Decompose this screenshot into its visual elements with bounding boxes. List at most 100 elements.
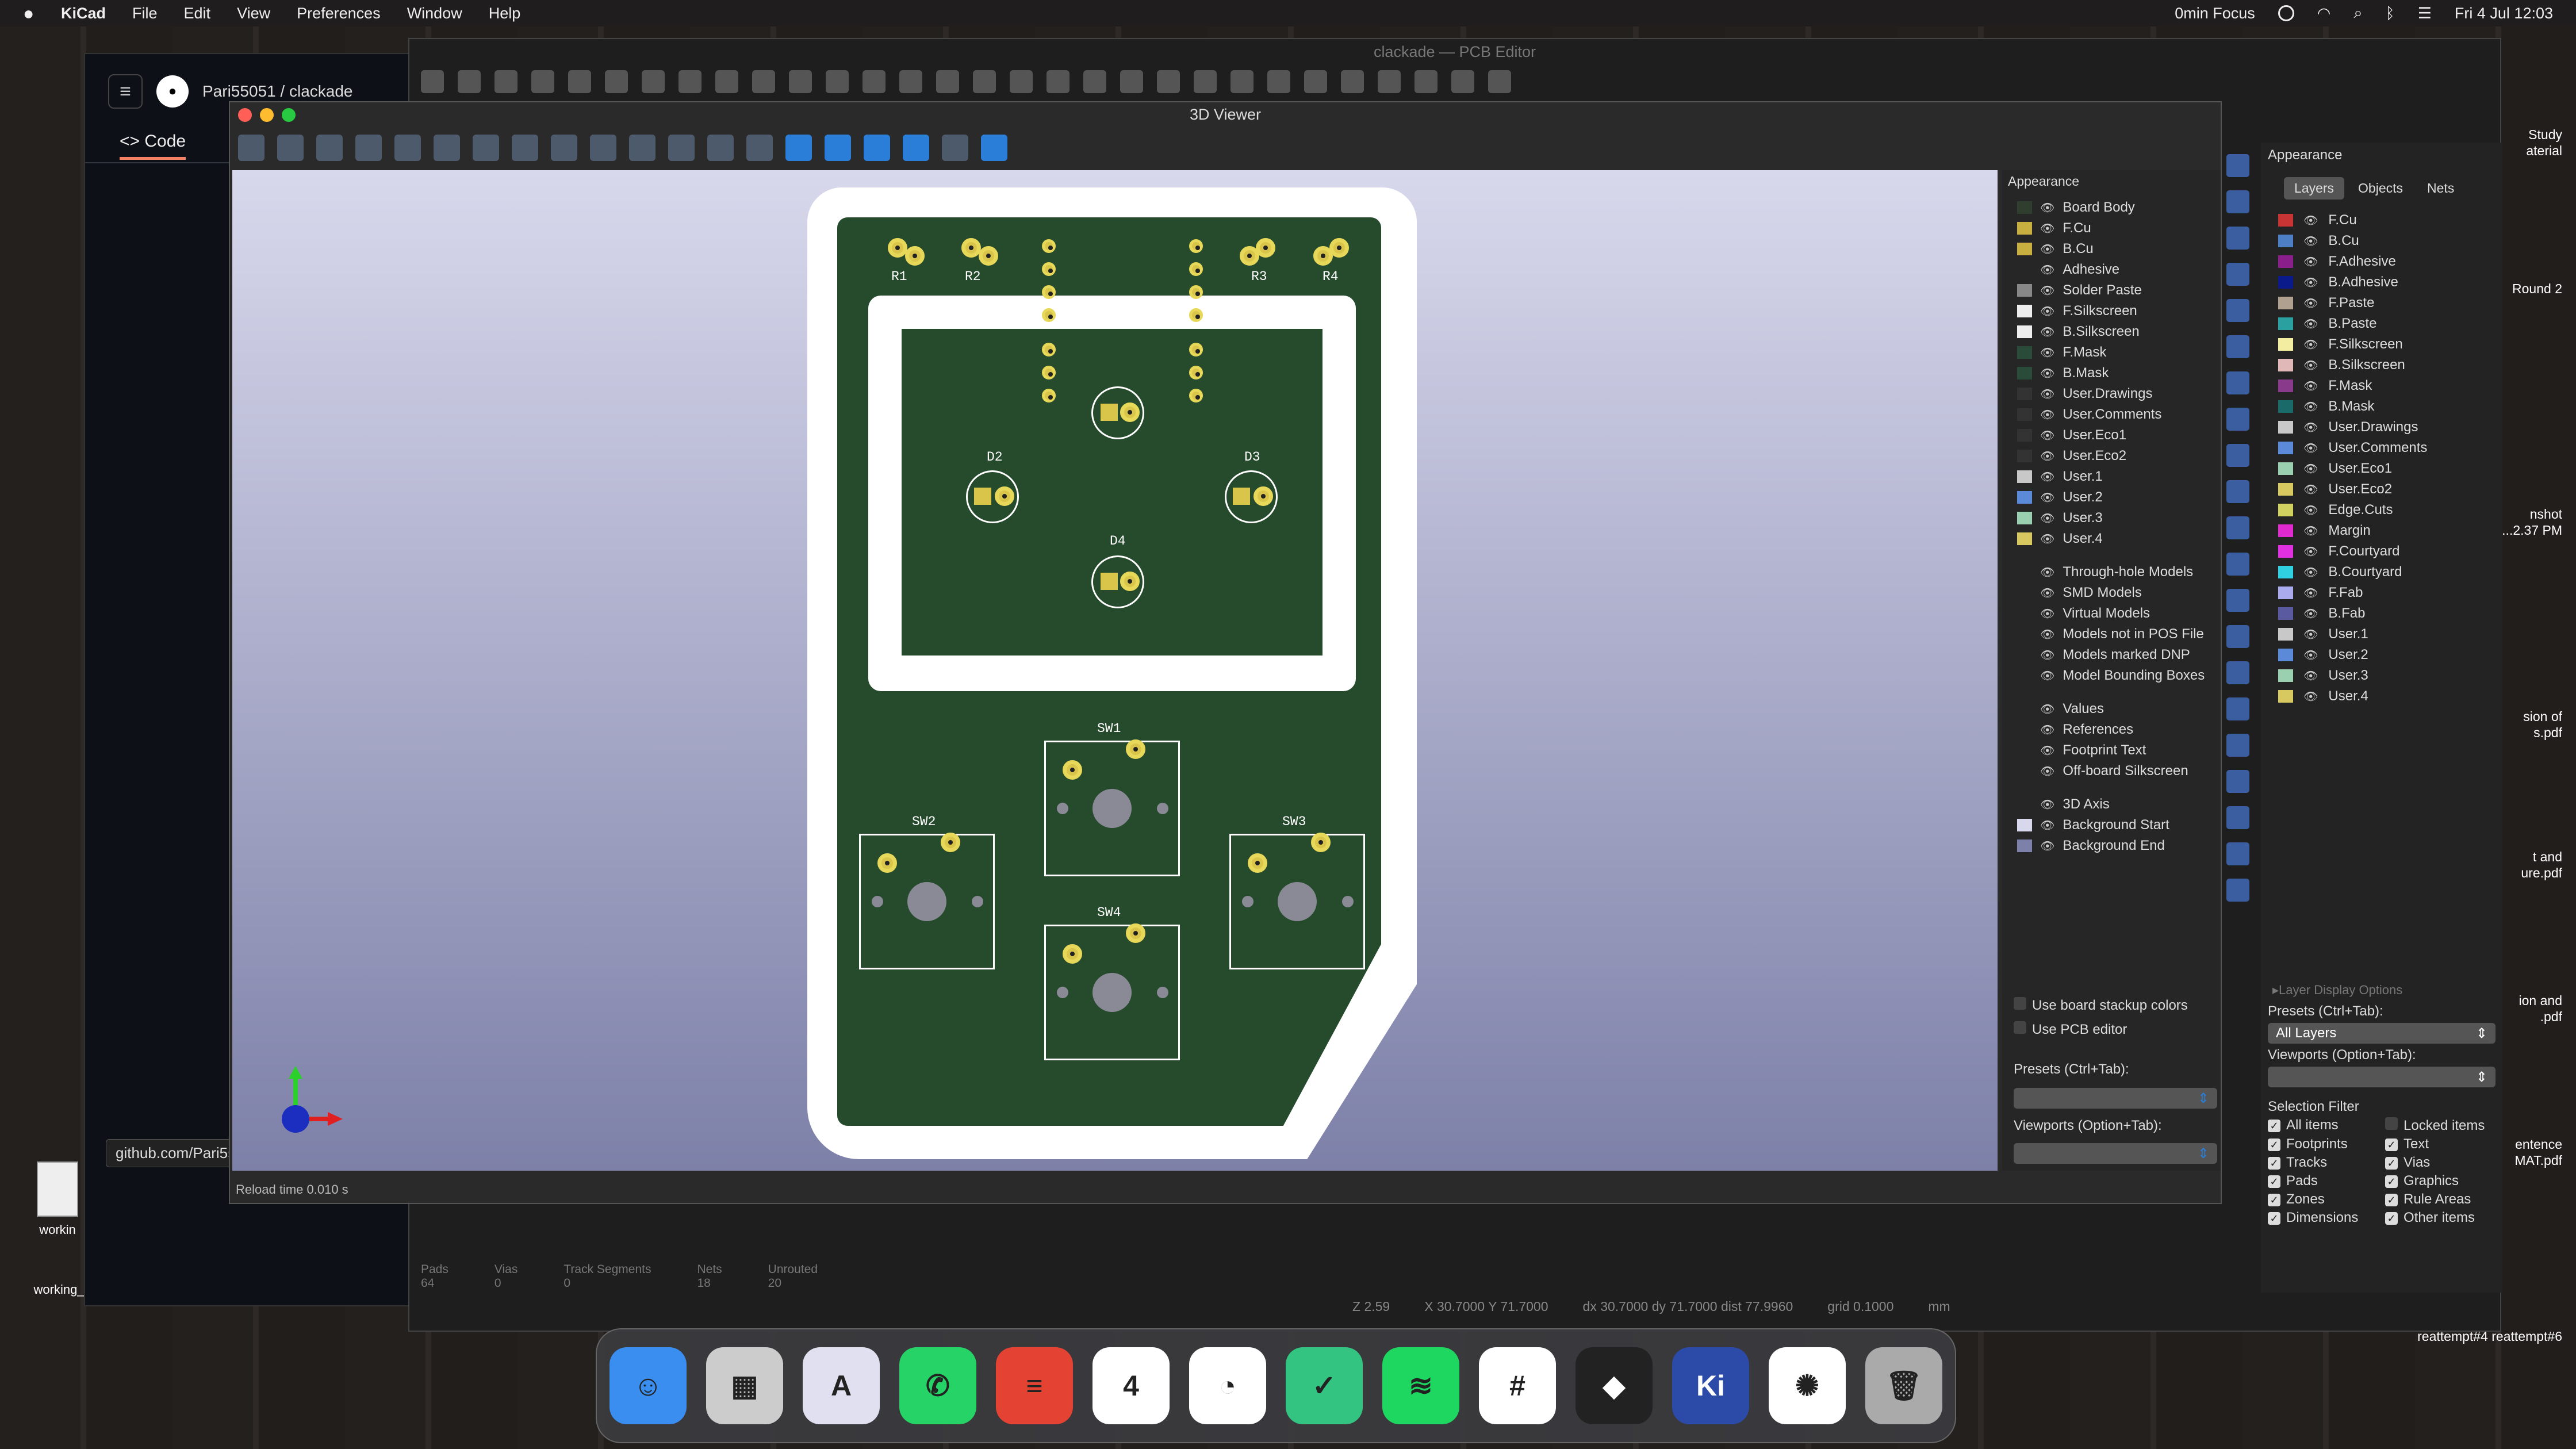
move-left-icon[interactable] bbox=[785, 135, 812, 161]
page-settings-icon[interactable] bbox=[494, 70, 518, 93]
zoom-fit-icon[interactable] bbox=[473, 135, 499, 161]
menu-help[interactable]: Help bbox=[489, 5, 521, 22]
clock[interactable]: Fri 4 Jul 12:03 bbox=[2455, 5, 2553, 22]
pcb-layer-row[interactable]: 👁 User.Eco1 bbox=[2261, 458, 2502, 479]
save-icon[interactable] bbox=[421, 70, 444, 93]
desktop-right-4[interactable]: sion of s.pdf bbox=[2499, 708, 2562, 741]
plot-icon[interactable] bbox=[568, 70, 591, 93]
eye-icon[interactable]: 👁 bbox=[2040, 511, 2054, 526]
filter-checkbox[interactable]: Locked items bbox=[2385, 1117, 2496, 1134]
viewports-select[interactable]: ⇕ bbox=[2268, 1067, 2496, 1087]
eye-icon[interactable]: 👁 bbox=[2040, 627, 2054, 642]
viewer-layer-row[interactable]: 👁 F.Silkscreen bbox=[2002, 301, 2221, 321]
layer-color-swatch[interactable] bbox=[2278, 483, 2293, 496]
layer-color-swatch[interactable] bbox=[2278, 297, 2293, 309]
layer-color-swatch[interactable] bbox=[2017, 586, 2032, 599]
pcb-layer-row[interactable]: 👁 B.Mask bbox=[2261, 396, 2502, 417]
viewer-layer-row[interactable]: 👁 User.Eco2 bbox=[2002, 446, 2221, 466]
eye-icon[interactable]: 👁 bbox=[2303, 545, 2318, 559]
rotate-z-cw-icon[interactable] bbox=[668, 135, 695, 161]
text-icon[interactable] bbox=[2226, 661, 2249, 684]
layer-color-swatch[interactable] bbox=[2278, 442, 2293, 454]
footprint-editor-icon[interactable] bbox=[1267, 70, 1290, 93]
zoom-out-icon[interactable] bbox=[434, 135, 460, 161]
pcb-layer-row[interactable]: 👁 B.Cu bbox=[2261, 231, 2502, 251]
viewer-layer-row[interactable]: 👁 Adhesive bbox=[2002, 259, 2221, 280]
menu-app-name[interactable]: KiCad bbox=[61, 5, 106, 22]
layer-color-swatch[interactable] bbox=[2278, 607, 2293, 620]
layer-color-swatch[interactable] bbox=[2017, 628, 2032, 641]
mirror-icon[interactable] bbox=[1010, 70, 1033, 93]
eye-icon[interactable]: 👁 bbox=[2040, 449, 2054, 463]
viewer-layer-row[interactable]: 👁 Values bbox=[2002, 699, 2221, 719]
pcb-layer-row[interactable]: 👁 F.Adhesive bbox=[2261, 251, 2502, 272]
tab-objects[interactable]: Objects bbox=[2348, 177, 2413, 200]
layer-color-swatch[interactable] bbox=[2278, 276, 2293, 289]
scripting-icon[interactable] bbox=[1414, 70, 1438, 93]
layer-color-swatch[interactable] bbox=[2278, 359, 2293, 371]
mirror-v-icon[interactable] bbox=[1046, 70, 1070, 93]
pcb-layer-row[interactable]: 👁 F.Cu bbox=[2261, 210, 2502, 231]
layer-color-swatch[interactable] bbox=[2017, 388, 2032, 400]
reload-icon[interactable] bbox=[355, 135, 382, 161]
eye-icon[interactable]: 👁 bbox=[2303, 420, 2318, 435]
layer-color-swatch[interactable] bbox=[2017, 703, 2032, 715]
layer-color-swatch[interactable] bbox=[2278, 255, 2293, 268]
route-icon[interactable] bbox=[2226, 190, 2249, 213]
pcb-layer-row[interactable]: 👁 B.Adhesive bbox=[2261, 272, 2502, 293]
viewer-layer-row[interactable]: 👁 B.Silkscreen bbox=[2002, 321, 2221, 342]
pcb-layer-row[interactable]: 👁 User.Eco2 bbox=[2261, 479, 2502, 500]
layer-color-swatch[interactable] bbox=[2017, 607, 2032, 620]
viewer-layer-row[interactable]: 👁 User.Drawings bbox=[2002, 384, 2221, 404]
eye-icon[interactable]: 👁 bbox=[2040, 490, 2054, 505]
bezier-icon[interactable] bbox=[2226, 589, 2249, 612]
eye-icon[interactable]: 👁 bbox=[2303, 358, 2318, 373]
layer-color-swatch[interactable] bbox=[2017, 819, 2032, 831]
viewer-presets-select[interactable]: ⇕ bbox=[2014, 1088, 2217, 1109]
textbox-icon[interactable] bbox=[2226, 697, 2249, 720]
filter-checkbox[interactable]: ✓ Pads bbox=[2268, 1173, 2378, 1189]
pcb-layer-row[interactable]: 👁 B.Silkscreen bbox=[2261, 355, 2502, 375]
filter-checkbox[interactable]: ✓ Vias bbox=[2385, 1155, 2496, 1171]
rotate-x-cw-icon[interactable] bbox=[512, 135, 538, 161]
eye-icon[interactable]: 👁 bbox=[2040, 607, 2054, 621]
filter-checkbox[interactable]: ✓ Rule Areas bbox=[2385, 1191, 2496, 1208]
board-setup-icon[interactable] bbox=[458, 70, 481, 93]
tab-nets[interactable]: Nets bbox=[2417, 177, 2464, 200]
layer-color-swatch[interactable] bbox=[2017, 201, 2032, 214]
eye-icon[interactable]: 👁 bbox=[2040, 283, 2054, 298]
eye-icon[interactable]: 👁 bbox=[2303, 400, 2318, 414]
viewer-layer-row[interactable]: 👁 3D Axis bbox=[2002, 794, 2221, 815]
footprint-browser-icon[interactable] bbox=[1304, 70, 1327, 93]
measure-icon[interactable] bbox=[2226, 879, 2249, 902]
menu-window[interactable]: Window bbox=[407, 5, 462, 22]
viewer-layer-row[interactable]: 👁 SMD Models bbox=[2002, 582, 2221, 603]
pcb-layer-row[interactable]: 👁 F.Silkscreen bbox=[2261, 334, 2502, 355]
eye-icon[interactable]: 👁 bbox=[2303, 689, 2318, 704]
layer-color-swatch[interactable] bbox=[2278, 462, 2293, 475]
rect-icon[interactable] bbox=[2226, 480, 2249, 503]
apple-icon[interactable]: ● bbox=[23, 3, 49, 24]
layer-color-swatch[interactable] bbox=[2017, 649, 2032, 661]
stackup-checkbox[interactable]: Use board stackup colors bbox=[2014, 997, 2188, 1014]
eye-icon[interactable]: 👁 bbox=[2303, 213, 2318, 228]
pcb-layer-row[interactable]: 👁 User.3 bbox=[2261, 665, 2502, 686]
viewer-viewports-select[interactable]: ⇕ bbox=[2014, 1143, 2217, 1164]
eye-icon[interactable]: 👁 bbox=[2040, 470, 2054, 484]
eye-icon[interactable]: 👁 bbox=[2303, 669, 2318, 683]
eye-icon[interactable]: 👁 bbox=[2040, 798, 2054, 812]
viewer-layer-row[interactable]: 👁 Footprint Text bbox=[2002, 740, 2221, 761]
rotate-icon[interactable] bbox=[936, 70, 959, 93]
layer-color-swatch[interactable] bbox=[2278, 566, 2293, 578]
dock-app-antimatter[interactable]: A bbox=[803, 1347, 880, 1424]
dock-app-kicad[interactable]: Ki bbox=[1672, 1347, 1749, 1424]
filter-checkbox[interactable]: ✓ Dimensions bbox=[2268, 1210, 2378, 1226]
layer-color-swatch[interactable] bbox=[2017, 744, 2032, 757]
refresh-icon[interactable] bbox=[715, 70, 738, 93]
desktop-right-1[interactable]: Study aterial bbox=[2499, 126, 2562, 159]
unlock-icon[interactable] bbox=[1194, 70, 1217, 93]
eye-icon[interactable]: 👁 bbox=[2040, 839, 2054, 853]
lock-icon[interactable] bbox=[1157, 70, 1180, 93]
eye-icon[interactable]: 👁 bbox=[2303, 648, 2318, 662]
table-icon[interactable] bbox=[2226, 734, 2249, 757]
